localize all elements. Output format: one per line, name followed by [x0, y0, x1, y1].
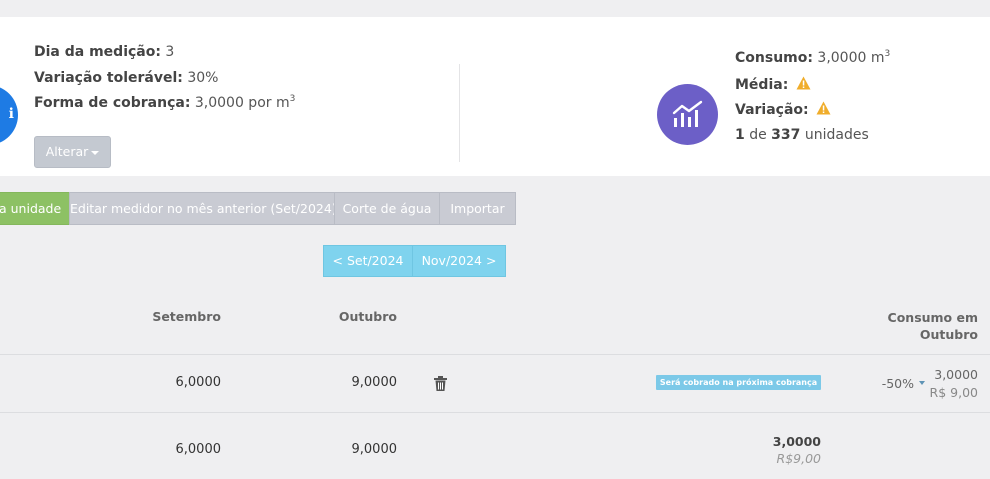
dia-medicao-line: Dia da medição: 3: [34, 44, 174, 60]
unit-total: 337: [771, 127, 801, 143]
forma-cobranca-value: 3,0000 por m: [194, 95, 290, 111]
consumo-label: Consumo:: [735, 50, 813, 66]
unit-counter: 1 de 337 unidades: [735, 127, 869, 143]
unit-suffix: unidades: [804, 127, 869, 143]
summary-card: ℹ Dia da medição: 3 Variação tolerável: …: [0, 17, 990, 176]
alterar-label: Alterar: [45, 144, 89, 159]
forma-cobranca-label: Forma de cobrança:: [34, 95, 191, 111]
consumo-value: 3,0000 m: [817, 50, 885, 66]
total-consumo-value: 3,0000: [772, 434, 821, 449]
info-circle-icon: ℹ: [8, 106, 14, 122]
row-consumo-value: 3,0000: [934, 367, 978, 382]
chart-badge: [657, 84, 718, 145]
header-setembro: Setembro: [152, 309, 221, 324]
alterar-button[interactable]: Alterar: [34, 136, 111, 168]
vertical-divider: [459, 64, 460, 162]
header-consumo-line1: Consumo em: [887, 310, 978, 325]
dia-medicao-value: 3: [165, 44, 175, 60]
warning-icon: [816, 101, 831, 115]
unit-of: de: [749, 127, 767, 143]
variacao-line: Variação:: [735, 101, 831, 118]
total-valor-value: R$9,00: [776, 451, 821, 466]
forma-cobranca-line: Forma de cobrança: 3,0000 por m3: [34, 94, 296, 112]
forma-cobranca-unit-exponent: 3: [289, 94, 296, 104]
warning-icon: [796, 76, 811, 90]
total-setembro-value: 6,0000: [175, 442, 222, 457]
variacao-label: Variação:: [735, 102, 809, 118]
row-divider: [0, 354, 990, 355]
next-month-button[interactable]: Nov/2024 >: [412, 245, 506, 277]
header-consumo-line2: Outubro: [919, 327, 978, 342]
consumo-line: Consumo: 3,0000 m3: [735, 49, 891, 67]
header-outubro: Outubro: [338, 309, 397, 324]
row-outubro-value: 9,0000: [351, 375, 398, 390]
tab-corte-agua[interactable]: Corte de água: [334, 192, 440, 225]
consumo-unit-exponent: 3: [884, 49, 891, 59]
variacao-tolerada-line: Variação tolerável: 30%: [34, 70, 218, 86]
header-consumo: Consumo em Outubro: [820, 309, 978, 343]
variacao-tolerada-label: Variação tolerável:: [34, 70, 183, 86]
total-outubro-value: 9,0000: [351, 442, 398, 457]
prev-month-button[interactable]: < Set/2024: [323, 245, 413, 277]
tab-importar[interactable]: Importar: [439, 192, 516, 225]
media-label: Média:: [735, 77, 789, 93]
trash-icon[interactable]: [434, 376, 447, 391]
info-badge: ℹ: [0, 85, 18, 145]
row-setembro-value: 6,0000: [175, 375, 222, 390]
row-divider: [0, 412, 990, 413]
tab-editar-medidor[interactable]: Editar medidor no mês anterior (Set/2024…: [69, 192, 335, 225]
line-chart-icon: [672, 100, 703, 127]
unit-index: 1: [735, 127, 745, 143]
status-badge: Será cobrado na próxima cobrança: [656, 375, 821, 390]
caret-down-icon: [91, 150, 100, 155]
dia-medicao-label: Dia da medição:: [34, 44, 161, 60]
tab-unidade[interactable]: a unidade: [0, 192, 70, 225]
row-valor-value: R$ 9,00: [929, 385, 978, 400]
variacao-tolerada-value: 30%: [187, 70, 219, 86]
media-line: Média:: [735, 76, 811, 93]
